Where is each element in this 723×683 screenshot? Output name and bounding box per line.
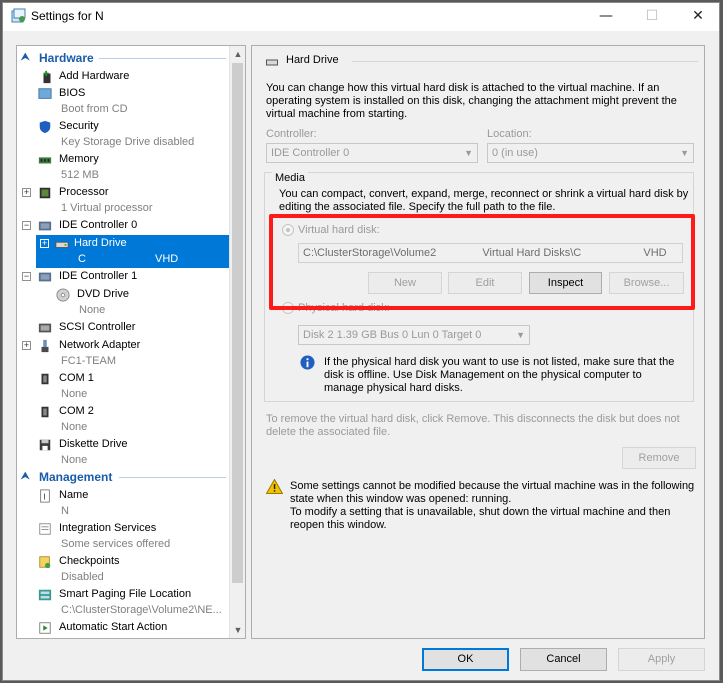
- hardware-section-header[interactable]: ⮝ Hardware: [17, 50, 230, 66]
- settings-tree[interactable]: ⮝ Hardware Add Hardware BIOS Boot from C…: [16, 45, 246, 639]
- hard-drive-icon: [55, 241, 69, 248]
- scsi-icon: [38, 323, 52, 333]
- expand-icon[interactable]: +: [22, 341, 31, 350]
- tree-item-com1[interactable]: COM 1 None: [17, 370, 230, 403]
- intro-text: You can change how this virtual hard dis…: [266, 82, 677, 120]
- running-state-warning: Some settings cannot be modified because…: [290, 480, 695, 531]
- hard-drive-icon: [266, 59, 278, 66]
- add-hardware-icon: [43, 70, 51, 84]
- tree-item-smart-paging[interactable]: Smart Paging File Location C:\ClusterSto…: [17, 586, 230, 619]
- memory-icon: [38, 157, 52, 164]
- tree-item-hard-drive[interactable]: + Hard Drive C VHD: [36, 235, 230, 268]
- tree-item-integration-services[interactable]: Integration Services Some services offer…: [17, 520, 230, 553]
- window-title: Settings for N: [31, 9, 104, 23]
- management-section-header[interactable]: ⮝ Management: [17, 469, 230, 485]
- bios-icon: [38, 88, 52, 99]
- info-icon: [300, 355, 315, 370]
- tree-item-com2[interactable]: COM 2 None: [17, 403, 230, 436]
- apply-button[interactable]: Apply: [618, 648, 705, 671]
- location-label: Location:: [487, 128, 532, 140]
- close-button[interactable]: ✕: [675, 3, 721, 31]
- ok-button[interactable]: OK: [422, 648, 509, 671]
- collapse-chevron-icon[interactable]: ⮝: [21, 469, 30, 485]
- tree-item-network-adapter[interactable]: + Network Adapter FC1-TEAM: [17, 337, 230, 370]
- chevron-down-icon: ▼: [680, 148, 689, 158]
- controller-label: Controller:: [266, 128, 317, 140]
- tree-scrollbar[interactable]: ▲ ▼: [229, 46, 245, 638]
- chevron-down-icon: ▼: [516, 330, 525, 340]
- maximize-button[interactable]: ☐: [629, 3, 675, 31]
- divider: [99, 58, 226, 59]
- collapse-icon[interactable]: −: [22, 221, 31, 230]
- tree-item-security[interactable]: Security Key Storage Drive disabled: [17, 118, 230, 151]
- tree-item-processor[interactable]: + Processor 1 Virtual processor: [17, 184, 230, 217]
- tree-item-automatic-start-action[interactable]: Automatic Start Action: [17, 619, 230, 638]
- shield-icon: [39, 120, 51, 134]
- physical-disk-info: If the physical hard disk you want to us…: [324, 356, 675, 394]
- hyperv-settings-icon: [11, 8, 26, 23]
- processor-icon: [39, 187, 51, 199]
- tree-item-dvd-drive[interactable]: DVD Drive None: [17, 286, 230, 319]
- start-action-icon: [39, 622, 51, 634]
- svg-text:I: I: [43, 493, 45, 502]
- tree-item-checkpoints[interactable]: Checkpoints Disabled: [17, 553, 230, 586]
- controller-icon: [38, 221, 52, 231]
- checkpoint-icon: [39, 556, 51, 569]
- tree-item-name[interactable]: I Name N: [17, 487, 230, 520]
- remove-button[interactable]: Remove: [622, 447, 696, 469]
- scroll-up-icon[interactable]: ▲: [230, 46, 245, 62]
- tree-item-bios[interactable]: BIOS Boot from CD: [17, 85, 230, 118]
- highlight-box: [269, 214, 695, 310]
- com-port-icon: [41, 406, 49, 418]
- hard-drive-settings-panel: Hard Drive You can change how this virtu…: [251, 45, 705, 639]
- integration-services-icon: [39, 523, 51, 535]
- minimize-button[interactable]: —: [583, 3, 629, 31]
- collapse-icon[interactable]: −: [22, 272, 31, 281]
- name-icon: I: [40, 489, 50, 503]
- divider: [352, 61, 698, 62]
- warning-icon: [266, 479, 283, 494]
- group-title: Hard Drive: [286, 54, 339, 66]
- divider: [119, 477, 226, 478]
- location-select[interactable]: 0 (in use) ▼: [487, 143, 694, 163]
- tree-item-memory[interactable]: Memory 512 MB: [17, 151, 230, 184]
- collapse-chevron-icon[interactable]: ⮝: [21, 50, 30, 66]
- controller-icon: [38, 272, 52, 282]
- chevron-down-icon: ▼: [464, 148, 473, 158]
- physical-disk-select[interactable]: Disk 2 1.39 GB Bus 0 Lun 0 Target 0 ▼: [298, 325, 530, 345]
- dvd-icon: [56, 288, 70, 302]
- remove-description: To remove the virtual hard disk, click R…: [266, 413, 680, 438]
- scroll-thumb[interactable]: [232, 63, 243, 583]
- expand-icon[interactable]: +: [40, 239, 49, 248]
- scroll-down-icon[interactable]: ▼: [230, 622, 245, 638]
- redaction: [103, 5, 273, 27]
- title-bar: Settings for N — ☐ ✕: [3, 3, 719, 31]
- smart-paging-icon: [38, 589, 52, 601]
- settings-window: Settings for N — ☐ ✕ ⮝ Hardware Add Hard…: [2, 2, 720, 681]
- network-adapter-icon: [41, 339, 49, 353]
- expand-icon[interactable]: +: [22, 188, 31, 197]
- cancel-button[interactable]: Cancel: [520, 648, 607, 671]
- media-description: You can compact, convert, expand, merge,…: [279, 188, 689, 213]
- floppy-icon: [39, 439, 51, 451]
- media-title: Media: [272, 172, 308, 184]
- com-port-icon: [41, 373, 49, 385]
- tree-item-diskette-drive[interactable]: Diskette Drive None: [17, 436, 230, 469]
- controller-select[interactable]: IDE Controller 0 ▼: [266, 143, 478, 163]
